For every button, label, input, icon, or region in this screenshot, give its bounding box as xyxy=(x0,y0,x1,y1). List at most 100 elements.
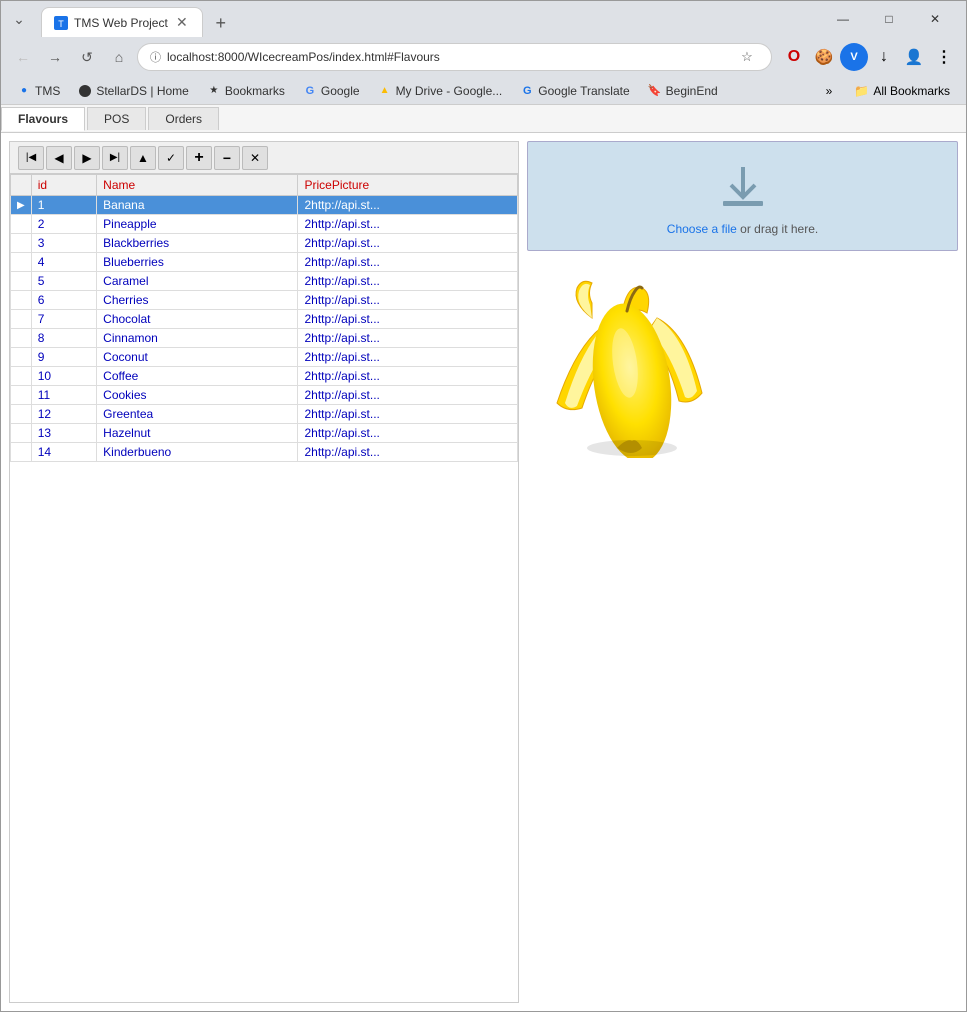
table-row[interactable]: ▶1Banana2http://api.st... xyxy=(11,196,518,215)
all-bookmarks-button[interactable]: 📁 All Bookmarks xyxy=(846,81,958,101)
download-extension-icon[interactable]: ↓ xyxy=(870,43,898,71)
grid-scroll-wrapper[interactable]: id Name PricePicture ▶1Banana2http://api… xyxy=(10,174,518,494)
cell-id: 12 xyxy=(31,405,96,424)
more-options-icon[interactable]: ⋮ xyxy=(930,43,958,71)
bookmark-bookmarks-label: Bookmarks xyxy=(225,84,285,98)
content-area: |◀ ◀ ▶ ▶| ▲ ✓ + − ✕ xyxy=(1,133,966,1011)
table-row[interactable]: 11Cookies2http://api.st... xyxy=(11,386,518,405)
bookmark-bookmarks[interactable]: ★ Bookmarks xyxy=(199,81,293,101)
cell-price: 2http://api.st... xyxy=(298,443,518,462)
table-row[interactable]: 2Pineapple2http://api.st... xyxy=(11,215,518,234)
col-price[interactable]: PricePicture xyxy=(298,175,518,196)
cell-id: 5 xyxy=(31,272,96,291)
cell-name: Hazelnut xyxy=(97,424,298,443)
cell-price: 2http://api.st... xyxy=(298,215,518,234)
bookmarks-more-button[interactable]: » xyxy=(818,81,841,101)
bookmarks-bar: ● TMS StellarDS | Home ★ Bookmarks G Goo… xyxy=(1,77,966,105)
active-tab[interactable]: T TMS Web Project ✕ xyxy=(41,7,203,37)
refresh-button[interactable]: ↺ xyxy=(73,43,101,71)
table-row[interactable]: 10Coffee2http://api.st... xyxy=(11,367,518,386)
tab-pos[interactable]: POS xyxy=(87,107,146,130)
tab-flavours[interactable]: Flavours xyxy=(1,107,85,131)
table-row[interactable]: 3Blackberries2http://api.st... xyxy=(11,234,518,253)
row-indicator xyxy=(11,215,32,234)
cell-id: 1 xyxy=(31,196,96,215)
cell-id: 8 xyxy=(31,329,96,348)
google-favicon: G xyxy=(303,84,317,98)
address-box[interactable]: ⓘ localhost:8000/WIcecreamPos/index.html… xyxy=(137,43,772,71)
prev-record-button[interactable]: ◀ xyxy=(46,146,72,170)
bookmark-beginend[interactable]: 🔖 BeginEnd xyxy=(640,81,726,101)
page-content: Flavours POS Orders |◀ ◀ ▶ ▶| ▲ ✓ xyxy=(1,105,966,1011)
bookmark-translate-label: Google Translate xyxy=(538,84,629,98)
cancel-button[interactable]: ✕ xyxy=(242,146,268,170)
bookmark-star-icon[interactable]: ☆ xyxy=(735,45,759,69)
table-row[interactable]: 9Coconut2http://api.st... xyxy=(11,348,518,367)
table-row[interactable]: 12Greentea2http://api.st... xyxy=(11,405,518,424)
bookmark-stellards-label: StellarDS | Home xyxy=(96,84,188,98)
drive-favicon: ▲ xyxy=(378,84,392,98)
cell-price: 2http://api.st... xyxy=(298,291,518,310)
minimize-button[interactable]: — xyxy=(820,3,866,35)
cell-price: 2http://api.st... xyxy=(298,424,518,443)
vpn-icon[interactable]: V xyxy=(840,43,868,71)
beginend-favicon: 🔖 xyxy=(648,84,662,98)
bookmark-translate[interactable]: G Google Translate xyxy=(512,81,637,101)
tab-close-button[interactable]: ✕ xyxy=(174,15,190,31)
first-record-button[interactable]: |◀ xyxy=(18,146,44,170)
grid-container: |◀ ◀ ▶ ▶| ▲ ✓ + − ✕ xyxy=(9,141,519,1003)
tms-favicon: ● xyxy=(17,84,31,98)
tab-orders[interactable]: Orders xyxy=(148,107,219,130)
table-row[interactable]: 7Chocolat2http://api.st... xyxy=(11,310,518,329)
row-indicator: ▶ xyxy=(11,196,32,215)
new-tab-button[interactable]: + xyxy=(207,9,235,37)
opera-icon[interactable]: O xyxy=(780,43,808,71)
cell-name: Cinnamon xyxy=(97,329,298,348)
bookmark-tms[interactable]: ● TMS xyxy=(9,81,68,101)
upload-area[interactable]: Choose a file or drag it here. xyxy=(527,141,958,251)
tab-title: TMS Web Project xyxy=(74,16,168,30)
row-indicator xyxy=(11,329,32,348)
all-bookmarks-icon: 📁 xyxy=(854,84,869,98)
cell-id: 13 xyxy=(31,424,96,443)
bookmark-tms-label: TMS xyxy=(35,84,60,98)
cell-price: 2http://api.st... xyxy=(298,367,518,386)
table-row[interactable]: 13Hazelnut2http://api.st... xyxy=(11,424,518,443)
cell-name: Coconut xyxy=(97,348,298,367)
cell-name: Kinderbueno xyxy=(97,443,298,462)
bookmark-beginend-label: BeginEnd xyxy=(666,84,718,98)
move-up-button[interactable]: ▲ xyxy=(130,146,156,170)
drag-here-text: drag it here. xyxy=(754,222,818,236)
table-row[interactable]: 14Kinderbueno2http://api.st... xyxy=(11,443,518,462)
cell-price: 2http://api.st... xyxy=(298,405,518,424)
back-button[interactable]: ← xyxy=(9,43,37,71)
col-name[interactable]: Name xyxy=(97,175,298,196)
forward-button[interactable]: → xyxy=(41,43,69,71)
add-record-button[interactable]: + xyxy=(186,146,212,170)
confirm-button[interactable]: ✓ xyxy=(158,146,184,170)
profile-icon[interactable]: 👤 xyxy=(900,43,928,71)
table-row[interactable]: 8Cinnamon2http://api.st... xyxy=(11,329,518,348)
table-row[interactable]: 6Cherries2http://api.st... xyxy=(11,291,518,310)
last-record-button[interactable]: ▶| xyxy=(102,146,128,170)
upload-icon xyxy=(713,157,773,220)
next-record-button[interactable]: ▶ xyxy=(74,146,100,170)
right-panel: Choose a file or drag it here. xyxy=(527,141,958,1003)
svg-text:T: T xyxy=(58,19,64,29)
table-row[interactable]: 5Caramel2http://api.st... xyxy=(11,272,518,291)
maximize-button[interactable]: □ xyxy=(866,3,912,35)
bookmarks-favicon: ★ xyxy=(207,84,221,98)
row-indicator xyxy=(11,348,32,367)
bookmark-google[interactable]: G Google xyxy=(295,81,368,101)
cookie-icon[interactable]: 🍪 xyxy=(810,43,838,71)
home-button[interactable]: ⌂ xyxy=(105,43,133,71)
close-button[interactable]: ✕ xyxy=(912,3,958,35)
bookmark-stellards[interactable]: StellarDS | Home xyxy=(70,81,196,101)
cell-id: 3 xyxy=(31,234,96,253)
bookmark-drive[interactable]: ▲ My Drive - Google... xyxy=(370,81,511,101)
table-row[interactable]: 4Blueberries2http://api.st... xyxy=(11,253,518,272)
security-icon: ⓘ xyxy=(150,49,161,65)
delete-record-button[interactable]: − xyxy=(214,146,240,170)
tab-list-button[interactable]: ⌄ xyxy=(9,9,29,29)
col-id[interactable]: id xyxy=(31,175,96,196)
